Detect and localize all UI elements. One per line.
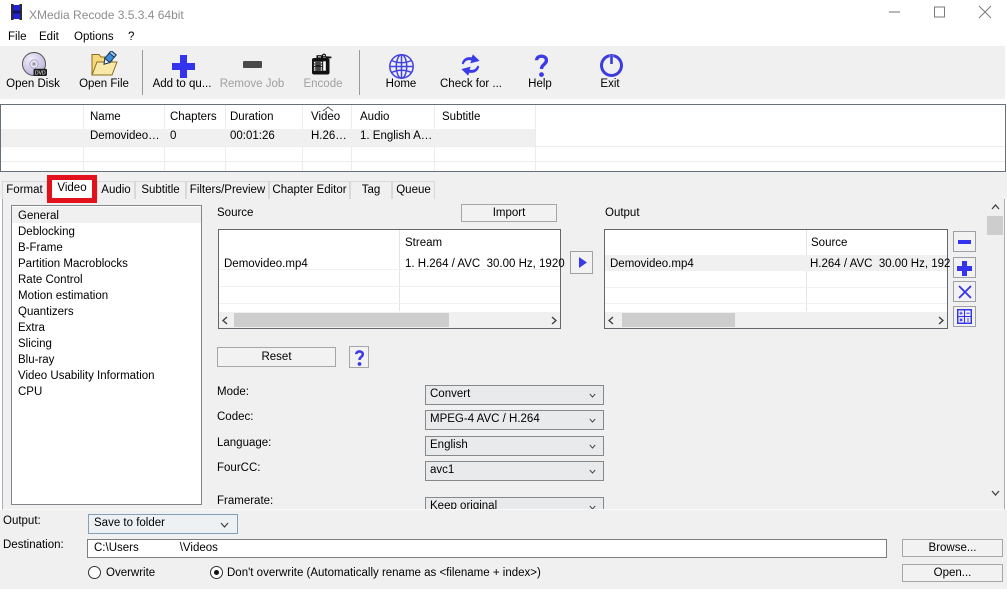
svg-text:DVD: DVD [35, 70, 46, 76]
